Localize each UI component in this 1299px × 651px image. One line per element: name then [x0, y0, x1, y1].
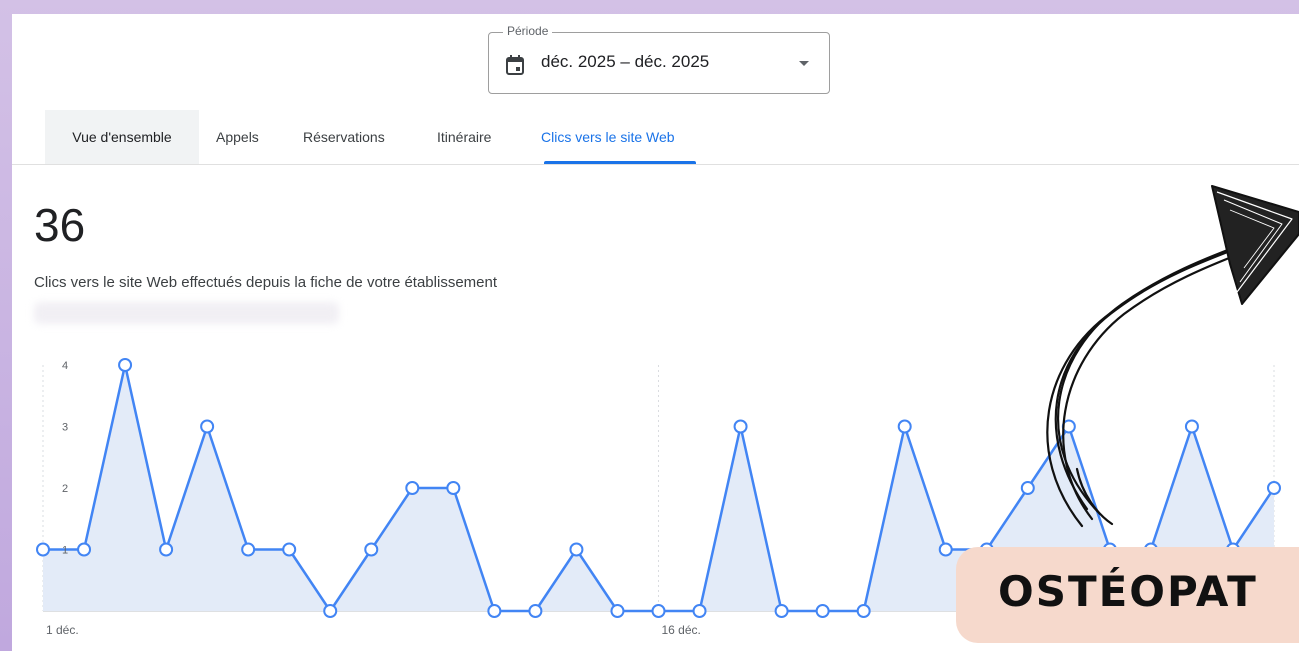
profession-banner: OSTÉOPAT — [956, 547, 1299, 643]
insights-panel: Période déc. 2025 – déc. 2025 Vue d'ense… — [12, 14, 1299, 651]
banner-text: OSTÉOPAT — [998, 567, 1258, 616]
